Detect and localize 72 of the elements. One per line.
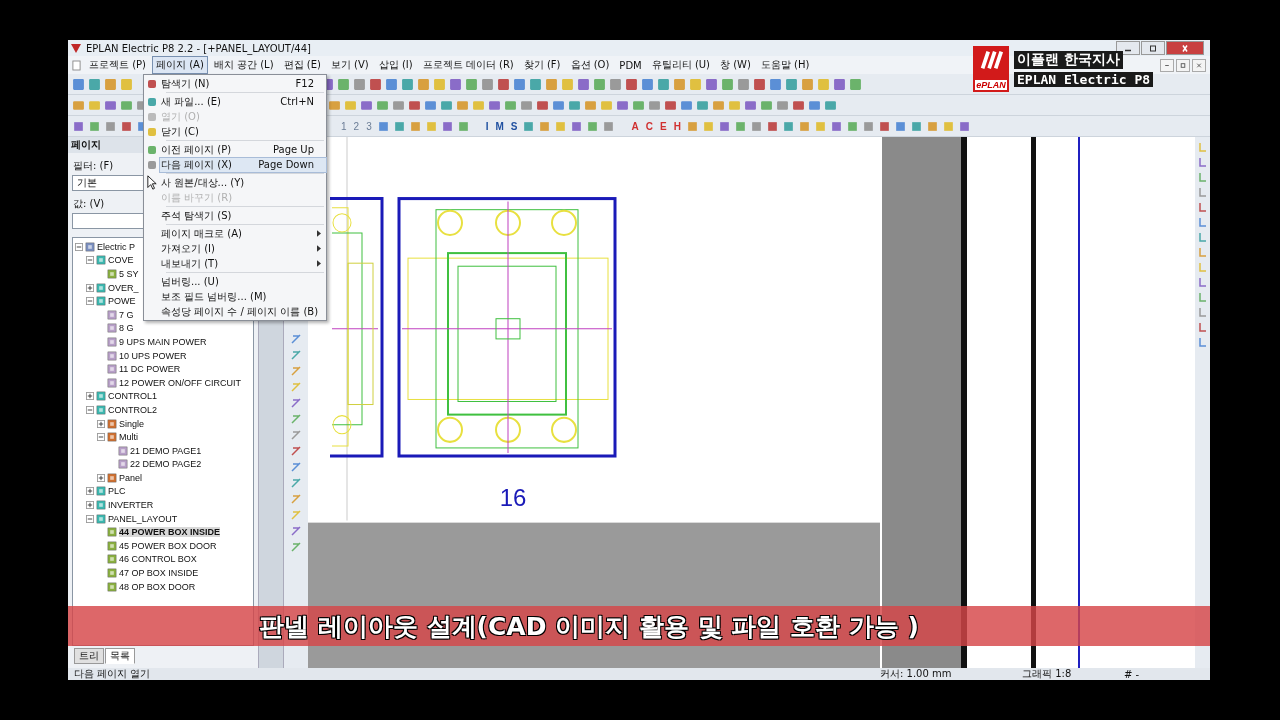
tree-item[interactable]: OVER_ bbox=[108, 282, 139, 293]
status-message: 다음 페이지 열기 bbox=[73, 667, 152, 680]
tree-item[interactable]: 11 DC POWER bbox=[119, 364, 181, 375]
menu-entry[interactable]: 넘버링... (U) bbox=[160, 274, 326, 289]
tree-item[interactable]: 44 POWER BOX INSIDE bbox=[119, 527, 221, 538]
toolbar-button[interactable]: E bbox=[657, 120, 669, 132]
panel-tab[interactable]: 목록 bbox=[105, 648, 135, 664]
menu-item[interactable]: PDM bbox=[615, 57, 646, 73]
toolbar-button[interactable]: H bbox=[671, 120, 683, 132]
menu-entry[interactable]: 닫기 (C) bbox=[160, 124, 326, 139]
tree-item[interactable]: Panel bbox=[119, 472, 143, 483]
tree-item[interactable]: 8 G bbox=[119, 323, 134, 334]
menu-entry[interactable]: 새 파일... (E) Ctrl+N bbox=[160, 94, 326, 109]
toolbar-button[interactable]: S bbox=[508, 120, 520, 132]
tree-item[interactable]: 9 UPS MAIN POWER bbox=[119, 336, 207, 347]
toolbar-button[interactable]: A bbox=[629, 120, 641, 132]
toolbar-button[interactable]: M bbox=[493, 120, 506, 132]
menu-item[interactable]: 유틸리티 (U) bbox=[647, 56, 715, 74]
tree-item[interactable]: COVE bbox=[108, 255, 134, 266]
tree-item[interactable]: 47 OP BOX INSIDE bbox=[119, 568, 199, 579]
menu-entry[interactable]: 가져오기 (I) bbox=[160, 241, 326, 256]
item-number: 16 bbox=[499, 484, 527, 512]
menu-item[interactable]: 페이지 (A) bbox=[152, 56, 208, 74]
menu-item[interactable]: 프로젝트 데이터 (R) bbox=[418, 56, 518, 74]
tree-item[interactable]: CONTROL2 bbox=[108, 404, 157, 415]
tree-item[interactable]: 7 G bbox=[119, 309, 134, 320]
caption-banner: 판넬 레이아웃 설계(CAD 이미지 활용 및 파일 호환 가능 ) bbox=[68, 606, 1210, 646]
menu-item[interactable]: 창 (W) bbox=[716, 56, 755, 74]
brand-logo: ePLAN bbox=[975, 80, 1007, 90]
menu-item[interactable]: 배치 공간 (L) bbox=[209, 56, 278, 74]
menu-item[interactable]: 찾기 (F) bbox=[519, 56, 565, 74]
menu-entry[interactable]: 페이지 매크로 (A) bbox=[160, 226, 326, 241]
filter-label: 필터: (F) bbox=[72, 159, 115, 173]
tree-item[interactable]: 12 POWER ON/OFF CIRCUIT bbox=[119, 377, 241, 388]
tree-item[interactable]: 22 DEMO PAGE2 bbox=[130, 459, 202, 470]
toolbar-button[interactable]: 1 bbox=[339, 120, 349, 132]
menu-entry[interactable]: 주석 탐색기 (S) bbox=[160, 208, 326, 223]
window-title: EPLAN Electric P8 2.2 - [+PANEL_LAYOUT/44] bbox=[86, 42, 311, 54]
menu-item[interactable]: 편집 (E) bbox=[279, 56, 325, 74]
menu-item[interactable]: 프로젝트 (P) bbox=[85, 56, 150, 74]
menu-entry[interactable]: 내보내기 (T) bbox=[160, 256, 326, 271]
grid-readout: # - bbox=[1123, 668, 1141, 680]
tree-item[interactable]: Single bbox=[119, 418, 145, 429]
tree-item[interactable]: Multi bbox=[119, 432, 138, 443]
tree-item[interactable]: CONTROL1 bbox=[108, 391, 157, 402]
tree-item[interactable]: INVERTER bbox=[108, 500, 154, 511]
panel-tab[interactable]: 트리 bbox=[74, 648, 104, 664]
toolbar-button[interactable]: I bbox=[483, 120, 491, 132]
toolbar-button[interactable]: C bbox=[643, 120, 655, 132]
cursor-readout: 커서: 1.00 mm bbox=[879, 667, 953, 680]
menu-item[interactable]: 도움말 (H) bbox=[756, 56, 814, 74]
value-label: 값: (V) bbox=[72, 197, 106, 211]
menu-entry[interactable]: 보조 필드 넘버링... (M) bbox=[160, 289, 326, 304]
menu-item[interactable]: 삽입 (I) bbox=[374, 56, 417, 74]
tree-item[interactable]: Electric P bbox=[97, 241, 135, 252]
tree-item[interactable]: 5 SY bbox=[119, 269, 139, 279]
toolbar-button[interactable]: 2 bbox=[351, 120, 362, 132]
tree-item[interactable]: PLC bbox=[108, 486, 126, 497]
menu-entry[interactable]: 속성당 페이지 수 / 페이지 이름 (B) bbox=[160, 304, 331, 319]
toolbar-button[interactable]: 3 bbox=[364, 120, 374, 132]
tree-item[interactable]: POWE bbox=[108, 296, 136, 307]
tree-item[interactable]: 21 DEMO PAGE1 bbox=[130, 445, 202, 456]
tree-item[interactable]: 48 OP BOX DOOR bbox=[119, 581, 196, 592]
tree-item[interactable]: 10 UPS POWER bbox=[119, 350, 187, 361]
scale-readout: 그래픽 1:8 bbox=[1021, 667, 1073, 680]
menu-entry[interactable]: 탐색기 (N) F12 bbox=[160, 76, 326, 91]
menu-item[interactable]: 보기 (V) bbox=[326, 56, 373, 74]
menu-entry[interactable]: 다음 페이지 (X) Page Down bbox=[160, 157, 326, 172]
tree-item[interactable]: PANEL_LAYOUT bbox=[108, 513, 178, 524]
tree-item[interactable]: 46 CONTROL BOX bbox=[119, 554, 197, 565]
menu-item[interactable]: 옵션 (O) bbox=[566, 56, 614, 74]
tree-item[interactable]: 45 POWER BOX DOOR bbox=[119, 540, 217, 551]
